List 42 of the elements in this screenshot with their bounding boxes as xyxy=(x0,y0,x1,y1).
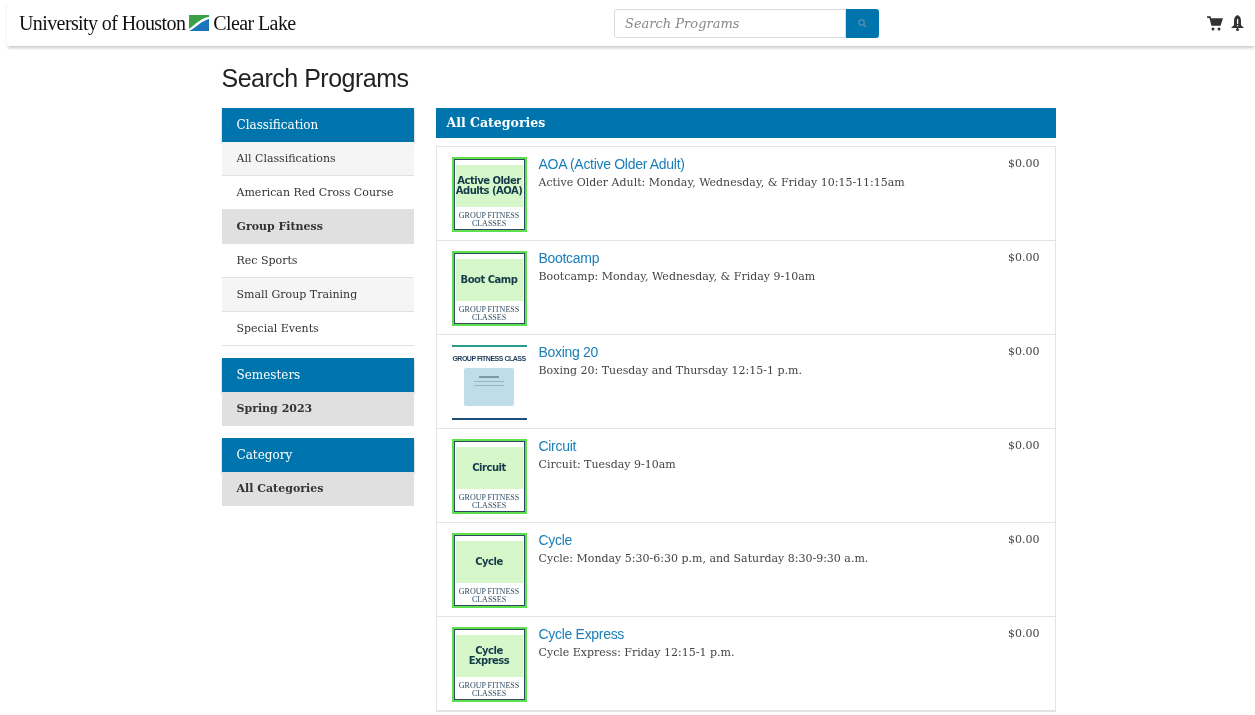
program-thumbnail[interactable]: Boot Camp GROUP FITNESS CLASSES xyxy=(451,251,527,326)
program-description: Cycle Express: Friday 12:15-1 p.m. xyxy=(538,646,736,659)
program-thumbnail[interactable]: Cycle GROUP FITNESS CLASSES xyxy=(451,533,527,608)
filter-item[interactable]: Small Group Training xyxy=(221,278,414,312)
search-button[interactable] xyxy=(846,8,879,38)
program-description: Circuit: Tuesday 9-10am xyxy=(538,458,677,471)
filter-item[interactable]: Special Events xyxy=(221,312,414,346)
program-description: Cycle: Monday 5:30-6:30 p.m, and Saturday 8:30-9:30 a.m. xyxy=(538,552,870,565)
logo-text[interactable]: Clear Lake xyxy=(213,11,296,35)
search-icon xyxy=(858,18,867,28)
program-thumbnail[interactable]: Active Older Adults (AOA) GROUP FITNESS CLASSES xyxy=(451,157,527,232)
program-title[interactable]: Cycle Express xyxy=(538,626,1008,642)
page-title: Search Programs xyxy=(221,64,410,93)
program-description: Active Older Adult: Monday, Wednesday, & Friday 10:15-11:15am xyxy=(538,176,906,189)
logo-text[interactable]: University of Houston xyxy=(19,11,186,35)
results-heading: All Categories xyxy=(435,108,1056,138)
program-title[interactable]: Cycle xyxy=(538,532,1008,548)
program-thumbnail[interactable]: Circuit GROUP FITNESS CLASSES xyxy=(451,439,527,514)
filter-item[interactable]: All Classifications xyxy=(221,142,414,176)
bell-icon[interactable] xyxy=(1231,15,1244,31)
program-price: $0.00 xyxy=(1008,533,1040,548)
filter-item[interactable]: Group Fitness xyxy=(221,210,414,244)
filter-item[interactable]: All Categories xyxy=(221,472,414,506)
program-price: $0.00 xyxy=(1008,439,1040,454)
program-price: $0.00 xyxy=(1008,627,1040,642)
program-thumbnail[interactable]: Cycle Express GROUP FITNESS CLASSES xyxy=(451,627,527,702)
program-price: $0.00 xyxy=(1008,251,1040,266)
program-title[interactable]: AOA (Active Older Adult) xyxy=(538,156,1008,172)
filter-heading: Category xyxy=(221,438,414,472)
filter-heading: Classification xyxy=(221,108,414,142)
program-title[interactable]: Circuit xyxy=(538,438,1008,454)
program-title[interactable]: Bootcamp xyxy=(538,250,1008,266)
program-description: Boxing 20: Tuesday and Thursday 12:15-1 p.m. xyxy=(538,364,803,377)
filter-item[interactable]: Spring 2023 xyxy=(221,392,414,426)
program-price: $0.00 xyxy=(1008,345,1040,360)
program-title[interactable]: Boxing 20 xyxy=(538,344,1008,360)
filter-heading: Semesters xyxy=(221,358,414,392)
cart-icon[interactable] xyxy=(1207,15,1223,31)
search-field[interactable]: Search Programs xyxy=(614,8,846,38)
program-description: Bootcamp: Monday, Wednesday, & Friday 9-10am xyxy=(538,270,817,283)
logo-icon xyxy=(189,15,210,31)
program-price: $0.00 xyxy=(1008,157,1040,172)
